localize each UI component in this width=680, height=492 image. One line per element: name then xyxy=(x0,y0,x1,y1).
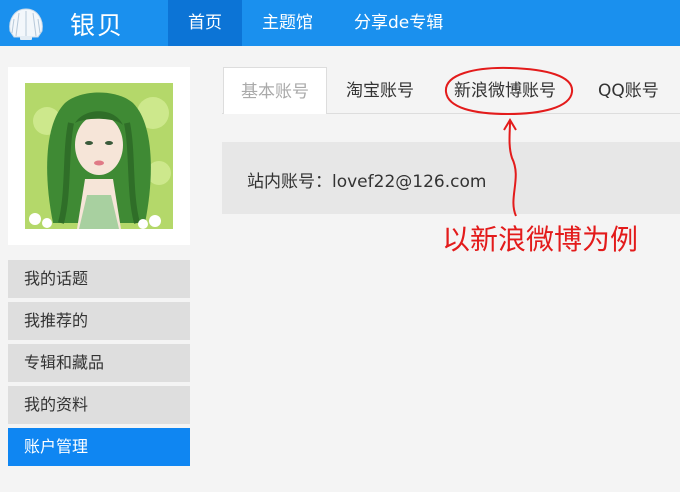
sidebar-item-account-management[interactable]: 账户管理 xyxy=(8,428,190,466)
site-account-text: 站内账号：lovef22@126.com xyxy=(247,172,487,192)
annotation-text: 以新浪微博为例 xyxy=(442,223,639,256)
annotation-arrow xyxy=(503,118,517,217)
tab-taobao-account[interactable]: 淘宝账号 xyxy=(346,67,414,114)
top-nav-bar: 银贝 首页 主题馆 分享de专辑 xyxy=(0,0,680,46)
sidebar-item-my-recommendations[interactable]: 我推荐的 xyxy=(8,302,190,340)
avatar-card xyxy=(8,67,190,245)
avatar[interactable] xyxy=(25,83,173,229)
nav-home[interactable]: 首页 xyxy=(168,0,242,46)
nav-share-albums[interactable]: 分享de专辑 xyxy=(354,0,443,46)
tab-qq-account[interactable]: QQ账号 xyxy=(598,67,659,114)
site-logo-text[interactable]: 银贝 xyxy=(70,6,124,42)
sidebar-item-my-profile[interactable]: 我的资料 xyxy=(8,386,190,424)
sidebar-item-my-topics[interactable]: 我的话题 xyxy=(8,260,190,298)
sidebar-item-albums-collections[interactable]: 专辑和藏品 xyxy=(8,344,190,382)
shell-icon[interactable] xyxy=(6,5,46,41)
annotation-circle xyxy=(444,66,574,116)
nav-theme-hall[interactable]: 主题馆 xyxy=(262,0,313,46)
tab-basic-account[interactable]: 基本账号 xyxy=(223,67,327,114)
account-info-box: 站内账号：lovef22@126.com xyxy=(222,142,680,214)
